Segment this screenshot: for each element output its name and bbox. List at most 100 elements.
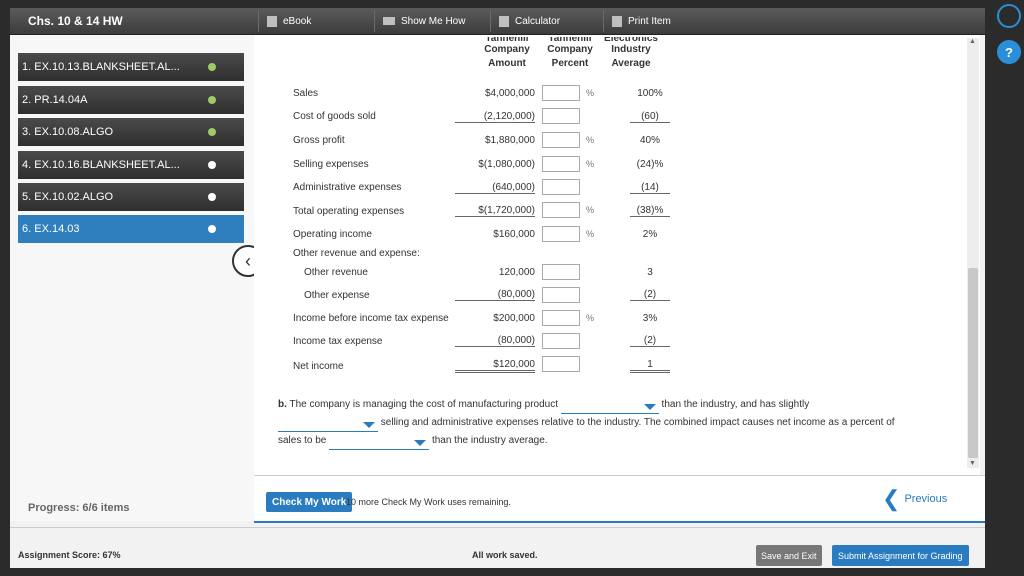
status-dot <box>208 128 216 136</box>
row-label: Net income <box>293 361 344 372</box>
percent-input[interactable] <box>542 132 580 148</box>
industry-value: 100% <box>637 88 663 99</box>
sidebar-item-3[interactable]: 3. EX.10.08.ALGO <box>18 118 244 146</box>
part-b-text-2: than the industry, and has slightly <box>661 399 810 410</box>
ebook-label: eBook <box>283 15 312 27</box>
row-label: Administrative expenses <box>293 182 402 193</box>
part-b-text-1: The company is managing the cost of manu… <box>289 399 558 410</box>
percent-input[interactable] <box>542 356 580 372</box>
sidebar-item-4[interactable]: 4. EX.10.16.BLANKSHEET.AL... <box>18 151 244 179</box>
progress-text: Progress: 6/6 items <box>28 502 130 514</box>
industry-value: 40% <box>639 135 660 146</box>
previous-button[interactable]: ❮ Previous <box>882 486 947 511</box>
row-label: Cost of goods sold <box>293 111 376 122</box>
print-item-button[interactable]: Print Item <box>603 10 719 32</box>
percent-input[interactable] <box>542 226 580 242</box>
submit-assignment-button[interactable]: Submit Assignment for Grading <box>832 545 969 566</box>
window-frame-bottom <box>0 567 1024 576</box>
status-dot <box>208 193 216 201</box>
percent-input[interactable] <box>542 108 580 124</box>
chevron-down-icon <box>414 440 427 446</box>
book-icon <box>267 15 277 27</box>
percent-sign: % <box>586 205 595 215</box>
status-dot <box>208 225 216 233</box>
calculator-icon <box>499 15 509 27</box>
header-company-amount: Tannehill Company Amount <box>474 37 540 71</box>
industry-value: 3% <box>642 313 658 324</box>
row-amount: (80,000) <box>455 289 535 301</box>
show-me-how-label: Show Me How <box>401 15 466 27</box>
percent-input[interactable] <box>542 202 580 218</box>
row-amount: 120,000 <box>498 267 535 278</box>
dropdown-net-income[interactable] <box>329 437 430 450</box>
header-line: Company <box>484 44 530 55</box>
print-icon <box>612 15 622 27</box>
sidebar-item-2[interactable]: 2. PR.14.04A <box>18 86 244 114</box>
row-amount: (640,000) <box>455 182 535 194</box>
percent-input[interactable] <box>542 287 580 303</box>
industry-value: (38)% <box>630 205 670 217</box>
percent-sign: % <box>586 159 595 169</box>
percent-sign: % <box>586 313 595 323</box>
ebook-button[interactable]: eBook <box>258 10 374 32</box>
accent-divider <box>254 521 985 523</box>
scroll-up-arrow-icon[interactable]: ▲ <box>969 38 976 45</box>
save-and-exit-button[interactable]: Save and Exit <box>756 545 822 566</box>
row-amount: $1,880,000 <box>484 135 535 146</box>
sidebar-item-label: 4. EX.10.16.BLANKSHEET.AL... <box>22 159 180 171</box>
percent-input[interactable] <box>542 85 580 101</box>
industry-value: 3 <box>647 267 653 278</box>
chevron-down-icon <box>643 404 656 410</box>
check-my-work-button[interactable]: Check My Work <box>266 492 353 512</box>
calculator-label: Calculator <box>515 15 561 27</box>
assignment-score: Assignment Score: 67% <box>18 550 121 560</box>
status-dot <box>208 96 216 104</box>
row-label: Other revenue and expense: <box>293 248 420 259</box>
row-label: Sales <box>293 88 319 99</box>
check-work-bar: Check My Work 10 more Check My Work uses… <box>254 475 985 522</box>
row-amount: $(1,080,000) <box>478 159 535 170</box>
industry-value: (14) <box>630 182 670 194</box>
row-label: Income before income tax expense <box>293 313 449 324</box>
show-me-how-button[interactable]: Show Me How <box>374 10 490 32</box>
window-frame-top <box>0 0 1024 8</box>
header-line: Industry <box>611 44 651 55</box>
percent-input[interactable] <box>542 310 580 326</box>
help-icon[interactable]: ? <box>997 40 1021 64</box>
percent-input[interactable] <box>542 333 580 349</box>
status-dot <box>208 161 216 169</box>
print-item-label: Print Item <box>628 15 671 27</box>
scrollbar-thumb[interactable] <box>968 268 978 458</box>
row-label: Gross profit <box>293 135 345 146</box>
scroll-down-arrow-icon[interactable]: ▼ <box>969 460 976 467</box>
calculator-button[interactable]: Calculator <box>490 10 603 32</box>
dropdown-selling-admin[interactable] <box>278 419 378 432</box>
sidebar-item-1[interactable]: 1. EX.10.13.BLANKSHEET.AL... <box>18 53 244 81</box>
dropdown-cost-management[interactable] <box>560 401 659 414</box>
row-amount: $120,000 <box>455 359 535 373</box>
percent-sign: % <box>586 229 595 239</box>
window-frame-left <box>0 0 10 576</box>
assistant-icon[interactable] <box>997 4 1021 28</box>
header-line: Average <box>611 58 651 69</box>
sidebar-item-6[interactable]: 6. EX.14.03 <box>18 215 244 243</box>
row-label: Operating income <box>293 229 372 240</box>
part-b-text-5: than the industry average. <box>431 435 548 446</box>
chevron-left-icon: ❮ <box>882 486 901 511</box>
app-window: Chs. 10 & 14 HW eBook Show Me How Calcul… <box>10 8 985 568</box>
percent-input[interactable] <box>542 264 580 280</box>
footer-bar: Assignment Score: 67% All work saved. Sa… <box>10 527 985 568</box>
row-amount: (80,000) <box>455 335 535 347</box>
sidebar-item-label: 2. PR.14.04A <box>22 94 88 106</box>
sidebar-item-label: 1. EX.10.13.BLANKSHEET.AL... <box>22 61 180 73</box>
header-line: Amount <box>488 58 526 69</box>
industry-value: (24)% <box>636 159 664 170</box>
sidebar-item-5[interactable]: 5. EX.10.02.ALGO <box>18 183 244 211</box>
percent-input[interactable] <box>542 156 580 172</box>
industry-value: (2) <box>630 335 670 347</box>
percent-input[interactable] <box>542 179 580 195</box>
industry-value: (2) <box>630 289 670 301</box>
row-amount: $160,000 <box>493 229 535 240</box>
row-label: Income tax expense <box>293 336 383 347</box>
chevron-left-icon: ‹ <box>245 250 251 271</box>
